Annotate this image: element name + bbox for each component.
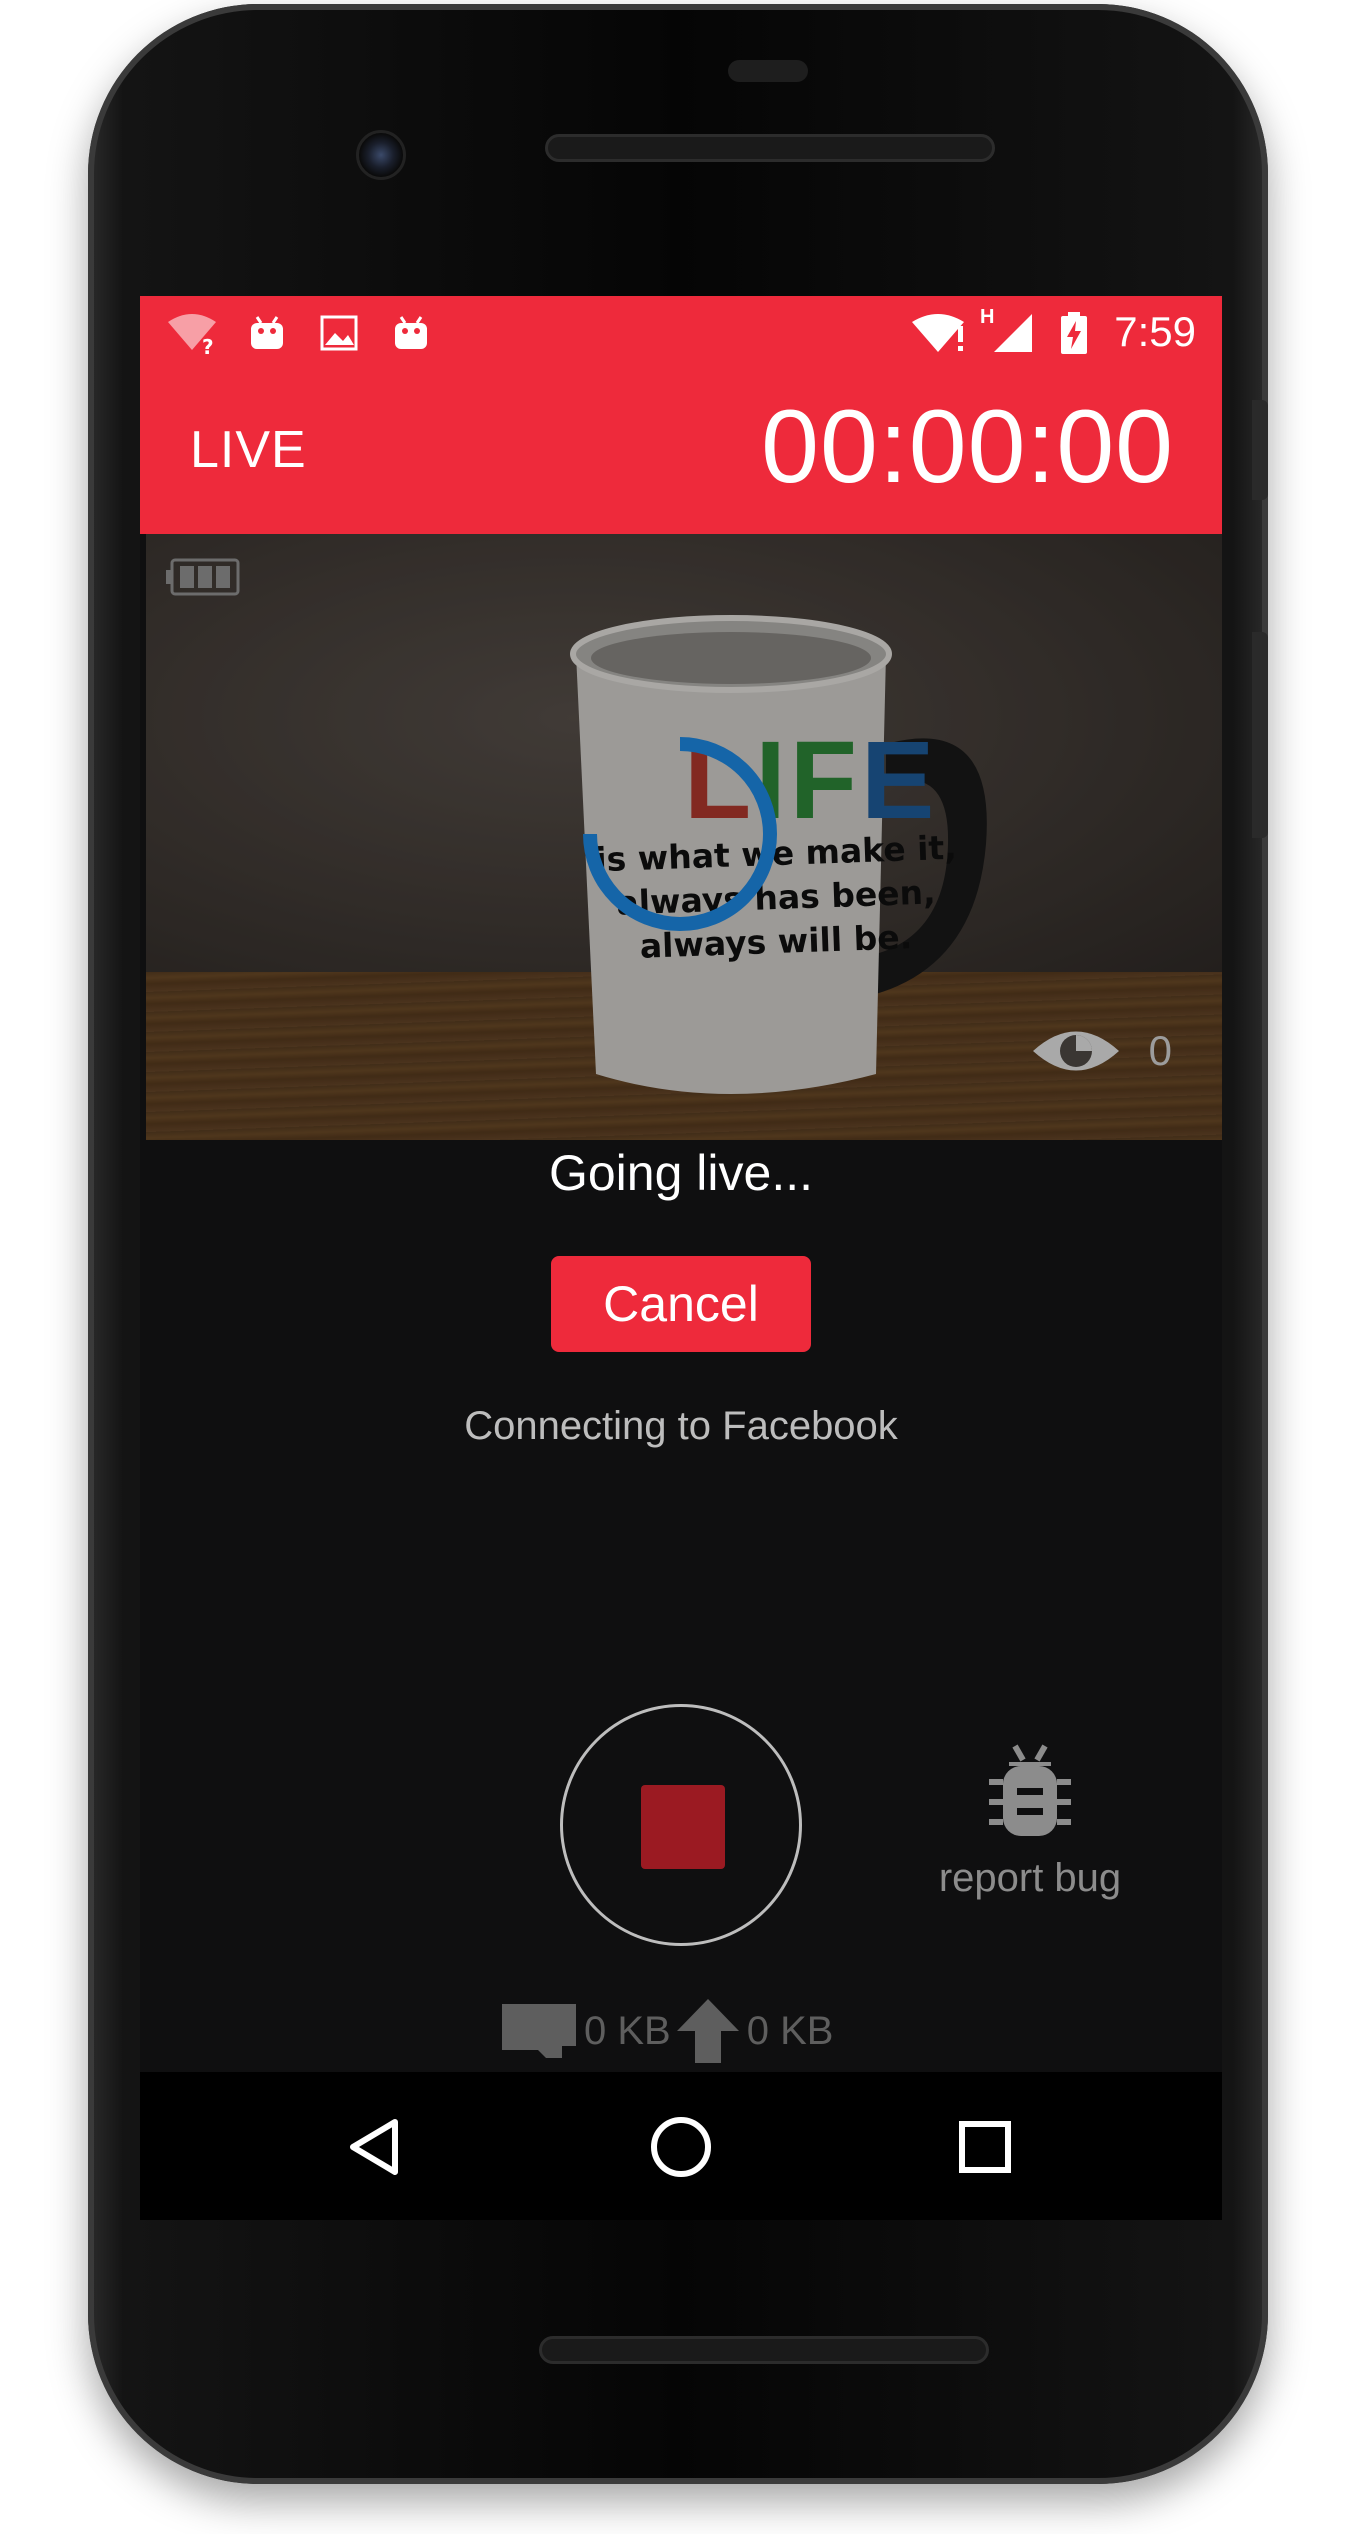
viewer-count: 0 (1148, 1027, 1172, 1074)
front-camera-lens (356, 130, 406, 180)
wifi-alert-icon (910, 310, 970, 356)
status-clock: 7:59 (1114, 308, 1196, 355)
top-speaker-grille (545, 134, 995, 162)
svg-text:?: ? (202, 335, 214, 356)
power-button (1252, 400, 1268, 500)
stop-recording-button[interactable] (560, 1704, 802, 1946)
battery-level-icon (166, 558, 240, 596)
recents-button[interactable] (940, 2102, 1030, 2192)
cancel-button[interactable]: Cancel (551, 1256, 811, 1352)
camera-preview: LIFE is what we make it, always has been… (146, 534, 1222, 1140)
wifi-unknown-icon: ? (166, 310, 222, 356)
upload-arrow-icon (676, 1999, 739, 2063)
stop-icon (641, 1785, 725, 1869)
viewer-counter: 0 (1029, 1022, 1172, 1080)
back-button[interactable] (330, 2102, 420, 2192)
stream-timer: 00:00:00 (761, 389, 1174, 505)
bottom-speaker-grille (539, 2336, 989, 2364)
screen: ? H 7:59 LIVE 00:00:00 LIFE is what we m… (140, 296, 1222, 2072)
report-bug-label: report bug (938, 1856, 1122, 1900)
data-usage-stats: 0 KB 0 KB (500, 1996, 837, 2066)
eye-icon (1032, 1031, 1119, 1071)
local-data-size: 0 KB (584, 2008, 671, 2053)
app-bar: LIVE 00:00:00 (140, 370, 1222, 534)
status-bar: ? H 7:59 (140, 296, 1222, 370)
volume-button (1252, 632, 1268, 838)
bug-icon (989, 1744, 1071, 1836)
live-title: LIVE (190, 421, 307, 479)
report-bug-button[interactable]: report bug (920, 1742, 1140, 1901)
sd-card-icon (502, 2004, 576, 2058)
battery-charging-icon (1056, 310, 1092, 356)
image-icon (316, 310, 362, 356)
connection-status: Connecting to Facebook (464, 1404, 898, 1448)
cell-signal-icon: H (980, 306, 1040, 356)
back-triangle-icon (350, 2119, 398, 2175)
recents-square-icon (959, 2121, 1011, 2173)
uploaded-data-size: 0 KB (746, 2008, 834, 2053)
android-icon (388, 310, 434, 356)
network-type-label: H (980, 306, 995, 328)
home-button[interactable] (636, 2102, 726, 2192)
navigation-bar (140, 2072, 1222, 2220)
going-live-heading: Going live... (548, 1145, 813, 1201)
android-icon (244, 310, 290, 356)
earpiece (728, 60, 808, 82)
loading-spinner (583, 737, 777, 931)
home-circle-icon (651, 2117, 711, 2177)
